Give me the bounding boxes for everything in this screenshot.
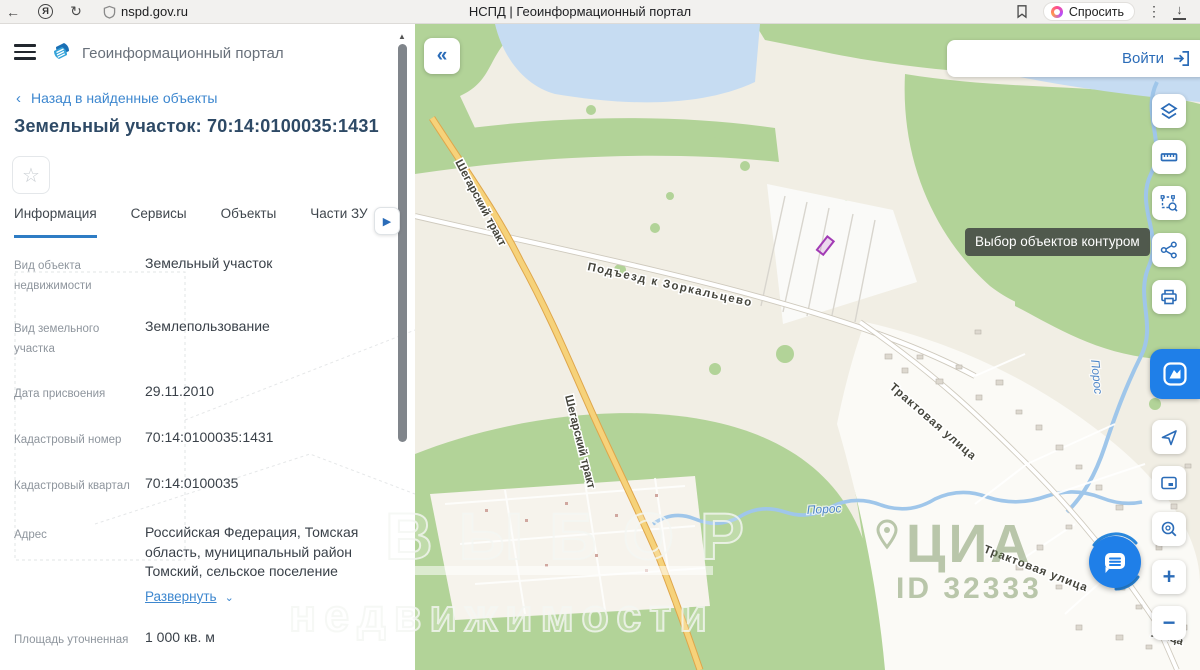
basemap-picker-button[interactable]: [1150, 349, 1200, 399]
zoom-out-button[interactable]: −: [1152, 606, 1186, 640]
field-row: Вид земельного участка Землепользование: [14, 317, 386, 369]
share-icon: [1160, 241, 1177, 259]
back-to-results-link[interactable]: ‹ Назад в найденные объекты: [16, 90, 217, 107]
print-icon: [1161, 289, 1177, 305]
field-label: Вид земельного участка: [14, 323, 100, 355]
plus-icon: +: [1162, 564, 1176, 589]
measure-button[interactable]: [1152, 140, 1186, 174]
back-icon[interactable]: ←: [0, 4, 26, 20]
portal-title: Геоинформационный портал: [82, 45, 284, 62]
layers-button[interactable]: [1152, 94, 1186, 128]
select-by-contour-button[interactable]: [1152, 186, 1186, 220]
basemap-icon: [1163, 362, 1187, 386]
double-chevron-left-icon: «: [436, 45, 448, 66]
favorite-star-button[interactable]: ☆: [12, 156, 50, 194]
star-icon: ☆: [22, 164, 40, 187]
attribute-list: Вид объекта недвижимости Земельный участ…: [14, 254, 386, 670]
screen: ← Я ↻ nspd.gov.ru НСПД | Геоинформационн…: [0, 0, 1200, 670]
field-row: Площадь уточненная 1 000 кв. м: [14, 628, 386, 661]
field-label: Кадастровый квартал: [14, 480, 130, 492]
field-row: Кадастровый номер 70:14:0100035:1431: [14, 428, 386, 461]
field-row: Вид объекта недвижимости Земельный участ…: [14, 254, 386, 304]
browser-logo-icon[interactable]: Я: [38, 4, 53, 19]
chevron-left-icon: ‹: [16, 90, 21, 107]
chevron-down-icon: ⌄: [224, 591, 234, 604]
ask-button-label: Спросить: [1068, 4, 1124, 19]
zoom-in-button[interactable]: +: [1152, 560, 1186, 594]
tooltip: Выбор объектов контуром: [965, 228, 1150, 256]
browser-menu-icon[interactable]: ⋮: [1141, 3, 1167, 20]
chat-button[interactable]: [1089, 536, 1141, 588]
field-row: Дата присвоения 29.11.2010: [14, 382, 386, 415]
tab-objects[interactable]: Объекты: [221, 206, 277, 238]
river-label: Порос: [806, 501, 841, 517]
scroll-up-icon[interactable]: ▲: [398, 32, 406, 41]
info-panel: Геоинформационный портал ‹ Назад в найден…: [0, 24, 415, 670]
field-value: 70:14:0100035:1431: [145, 429, 274, 445]
field-label: Кадастровый номер: [14, 434, 122, 446]
ask-button[interactable]: Спросить: [1042, 2, 1135, 21]
tab-information[interactable]: Информация: [14, 206, 97, 238]
ask-ai-icon: [1050, 5, 1063, 18]
locate-me-button[interactable]: [1152, 420, 1186, 454]
chevron-right-icon: ▶: [382, 215, 392, 228]
login-icon: [1173, 50, 1190, 67]
field-value: 1 000 кв. м: [145, 629, 215, 645]
field-value: 70:14:0100035: [145, 475, 239, 491]
ruler-icon: [1160, 153, 1178, 162]
panel-scrollbar[interactable]: ▲: [398, 32, 407, 666]
login-button[interactable]: Войти: [1122, 50, 1164, 67]
field-value: 29.11.2010: [145, 383, 215, 399]
minus-icon: −: [1162, 610, 1176, 635]
field-label: Площадь уточненная: [14, 634, 129, 646]
map-canvas[interactable]: Шегарский тракт Шегарский тракт Подъезд …: [415, 24, 1200, 670]
navigation-arrow-icon: [1161, 430, 1177, 446]
expand-address-link[interactable]: Развернуть ⌄: [145, 588, 234, 607]
page-title: Земельный участок: 70:14:0100035:1431: [14, 116, 379, 136]
field-label: Дата присвоения: [14, 388, 106, 400]
refresh-icon[interactable]: ↻: [63, 3, 89, 20]
tab-services[interactable]: Сервисы: [131, 206, 187, 238]
field-row: Кадастровый квартал 70:14:0100035: [14, 474, 386, 510]
login-bar[interactable]: Войти: [947, 40, 1200, 77]
contour-select-icon: [1160, 195, 1178, 212]
share-button[interactable]: [1152, 233, 1186, 267]
bookmark-icon[interactable]: [1015, 4, 1029, 19]
browser-toolbar: ← Я ↻ nspd.gov.ru НСПД | Геоинформационн…: [0, 0, 1200, 24]
address-text: Российская Федерация, Томская область, м…: [145, 524, 359, 580]
field-value: Землепользование: [145, 318, 270, 334]
field-value: Российская Федерация, Томская область, м…: [145, 523, 386, 615]
tabs-scroll-right-button[interactable]: ▶: [374, 207, 400, 235]
print-button[interactable]: [1152, 280, 1186, 314]
overview-map-button[interactable]: [1152, 466, 1186, 500]
map-basemap: Шегарский тракт Шегарский тракт Подъезд …: [415, 24, 1200, 670]
tab-parts[interactable]: Части ЗУ: [310, 206, 367, 238]
download-icon[interactable]: ↓: [1173, 3, 1186, 20]
scrollbar-thumb[interactable]: [398, 44, 407, 442]
magnifier-icon: [1161, 521, 1177, 537]
menu-burger-icon[interactable]: [14, 44, 36, 64]
chat-bubble-icon: [1105, 553, 1125, 573]
field-value: Земельный участок: [145, 255, 273, 271]
minimap-icon: [1161, 476, 1177, 490]
portal-logo-icon: [54, 43, 69, 59]
field-label: Адрес: [14, 529, 47, 541]
shield-icon: [103, 5, 116, 19]
search-area-button[interactable]: [1152, 512, 1186, 546]
tab-bar: Информация Сервисы Объекты Части ЗУ Сост…: [14, 206, 398, 238]
tab-title: НСПД | Геоинформационный портал: [468, 4, 692, 19]
layers-icon: [1160, 102, 1178, 120]
collapse-panel-button[interactable]: «: [424, 38, 460, 74]
field-label: Вид объекта недвижимости: [14, 260, 92, 292]
field-row-address: Адрес Российская Федерация, Томская обла…: [14, 523, 386, 615]
url-input[interactable]: nspd.gov.ru: [121, 4, 188, 19]
